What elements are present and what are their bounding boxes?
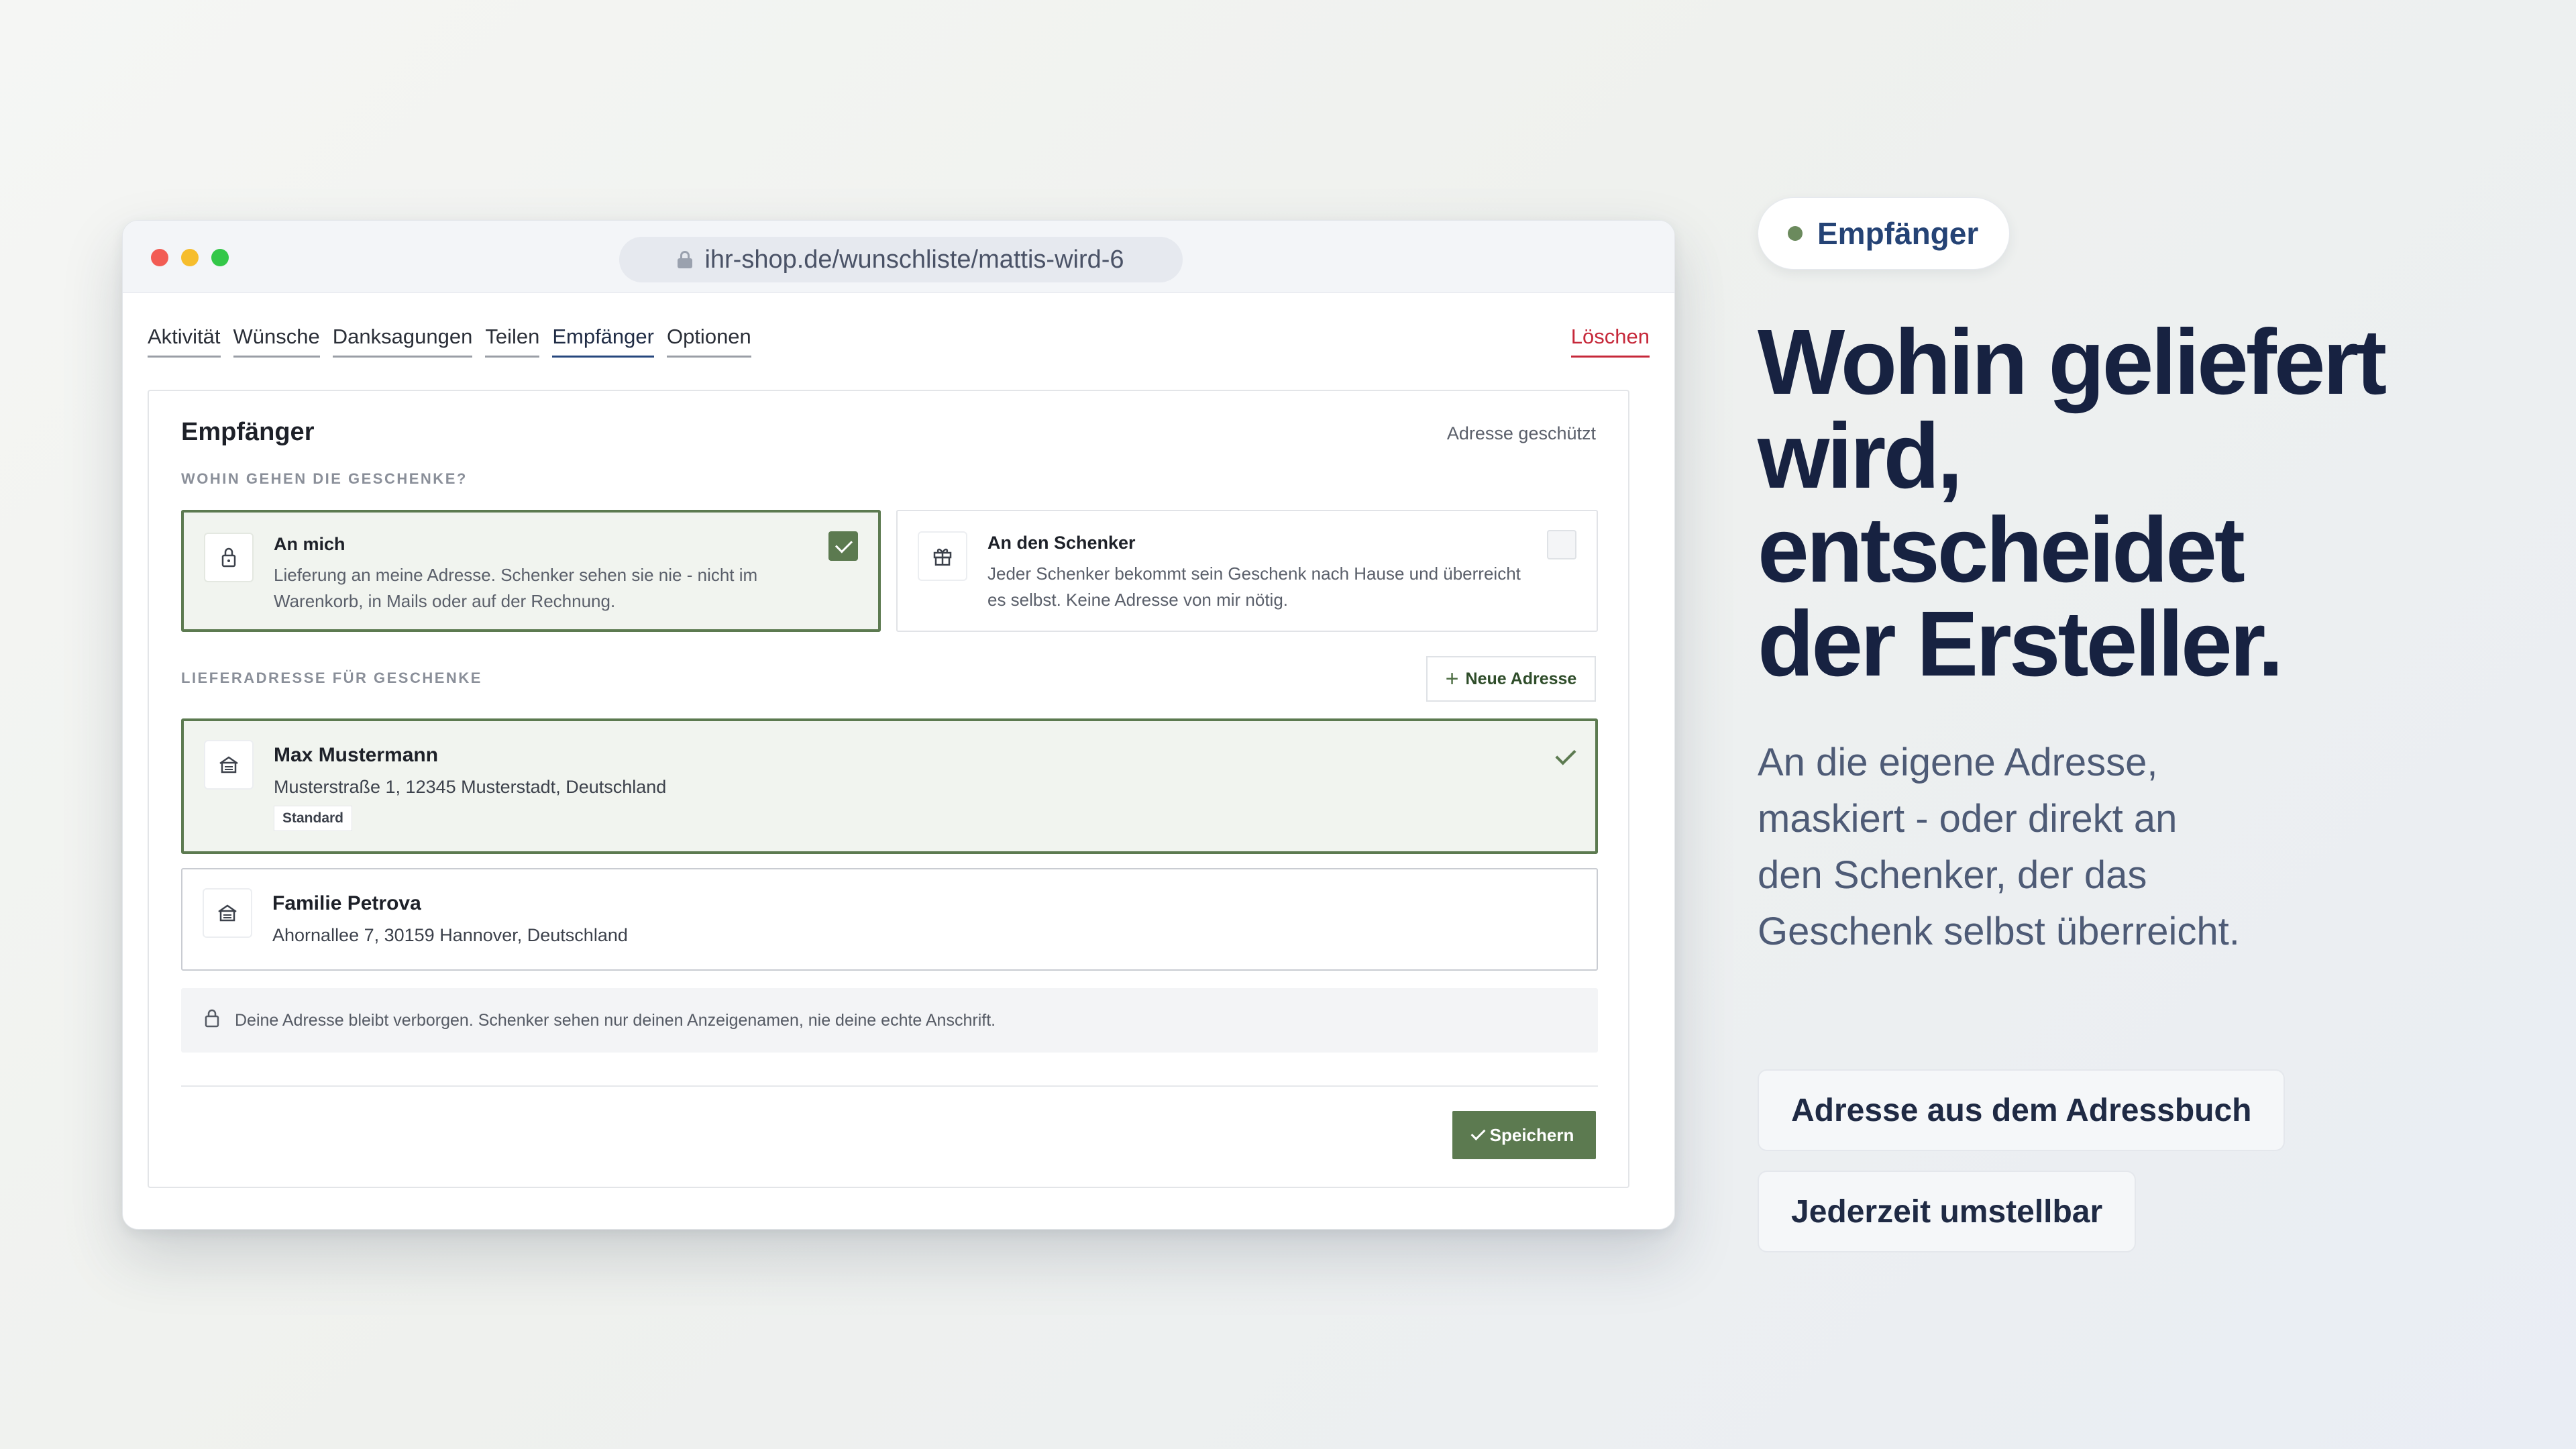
option-title: An den Schenker (987, 533, 1136, 553)
option-title: An mich (274, 534, 345, 554)
tab-optionen[interactable]: Optionen (666, 325, 751, 358)
feature-switchable: Jederzeit umstellbar (1758, 1171, 2137, 1252)
default-badge: Standard (274, 806, 353, 831)
tab-wuensche[interactable]: Wünsche (233, 325, 320, 358)
headline-line: der Ersteller. (1758, 592, 2284, 696)
address-name: Familie Petrova (272, 892, 421, 914)
save-button[interactable]: Speichern (1452, 1111, 1596, 1159)
tab-empfaenger[interactable]: Empfänger (552, 325, 654, 358)
headline: Wohin geliefert wird, entscheidet der Er… (1758, 315, 2563, 691)
tab-bar: Aktivität Wünsche Danksagungen Teilen Em… (148, 325, 1650, 373)
lock-icon (678, 251, 693, 268)
address-item-max-mustermann[interactable]: Max Mustermann Musterstraße 1, 12345 Mus… (181, 718, 1598, 854)
browser-chrome: ihr-shop.de/wunschliste/mattis-wird-6 (123, 221, 1674, 293)
plus-icon: + (1445, 666, 1459, 692)
browser-window: ihr-shop.de/wunschliste/mattis-wird-6 Ak… (122, 220, 1675, 1230)
check-icon (1470, 1126, 1486, 1140)
check-icon (1555, 744, 1576, 765)
option-checkbox-checked[interactable] (828, 531, 858, 561)
status-dot-icon (1788, 226, 1803, 241)
headline-line: wird, (1758, 405, 1963, 508)
maximize-window-icon[interactable] (211, 249, 229, 266)
house-icon (204, 740, 254, 790)
url-text: ihr-shop.de/wunschliste/mattis-wird-6 (704, 245, 1124, 274)
privacy-notice-text: Deine Adresse bleibt verborgen. Schenker… (235, 1010, 996, 1030)
delete-link[interactable]: Löschen (1570, 325, 1650, 358)
address-bar[interactable]: ihr-shop.de/wunschliste/mattis-wird-6 (619, 237, 1183, 282)
address-line: Musterstraße 1, 12345 Musterstadt, Deuts… (274, 777, 667, 797)
address-protected-label: Adresse geschützt (1446, 423, 1596, 443)
subtext: An die eigene Adresse, maskiert - oder d… (1758, 741, 2240, 953)
address-name: Max Mustermann (274, 744, 439, 766)
address-line: Ahornallee 7, 30159 Hannover, Deutschlan… (272, 925, 628, 945)
save-label: Speichern (1489, 1124, 1574, 1145)
gift-icon (918, 531, 967, 581)
recipient-card: Empfänger Adresse geschützt WOHIN GEHEN … (148, 390, 1629, 1188)
option-checkbox-unchecked[interactable] (1547, 530, 1576, 559)
pill-label: Empfänger (1817, 216, 1979, 251)
house-icon (203, 888, 252, 938)
divider (181, 1085, 1598, 1087)
headline-line: Wohin geliefert (1758, 311, 2387, 414)
option-an-mich[interactable]: An mich Lieferung an meine Adresse. Sche… (181, 510, 881, 632)
lock-icon (204, 533, 254, 582)
tab-aktivitaet[interactable]: Aktivität (148, 325, 221, 358)
option-description: Jeder Schenker bekommt sein Geschenk nac… (987, 564, 1521, 610)
option-an-den-schenker[interactable]: An den Schenker Jeder Schenker bekommt s… (896, 510, 1598, 632)
privacy-notice: Deine Adresse bleibt verborgen. Schenker… (181, 988, 1598, 1053)
lock-icon (204, 1008, 220, 1033)
new-address-button[interactable]: + Neue Adresse (1426, 656, 1596, 702)
card-title: Empfänger (181, 418, 315, 446)
tab-danksagungen[interactable]: Danksagungen (332, 325, 473, 358)
feature-pill: Empfänger (1758, 197, 2010, 270)
minimize-window-icon[interactable] (181, 249, 199, 266)
close-window-icon[interactable] (151, 249, 168, 266)
headline-line: entscheidet (1758, 498, 2245, 602)
question-label: WOHIN GEHEN DIE GESCHENKE? (181, 470, 468, 487)
tab-teilen[interactable]: Teilen (485, 325, 540, 358)
delivery-address-label: LIEFERADRESSE FÜR GESCHENKE (181, 669, 482, 686)
address-item-familie-petrova[interactable]: Familie Petrova Ahornallee 7, 30159 Hann… (181, 868, 1598, 971)
option-description: Lieferung an meine Adresse. Schenker seh… (274, 565, 758, 611)
new-address-label: Neue Adresse (1465, 669, 1577, 688)
feature-address-book: Adresse aus dem Adressbuch (1758, 1069, 2286, 1151)
